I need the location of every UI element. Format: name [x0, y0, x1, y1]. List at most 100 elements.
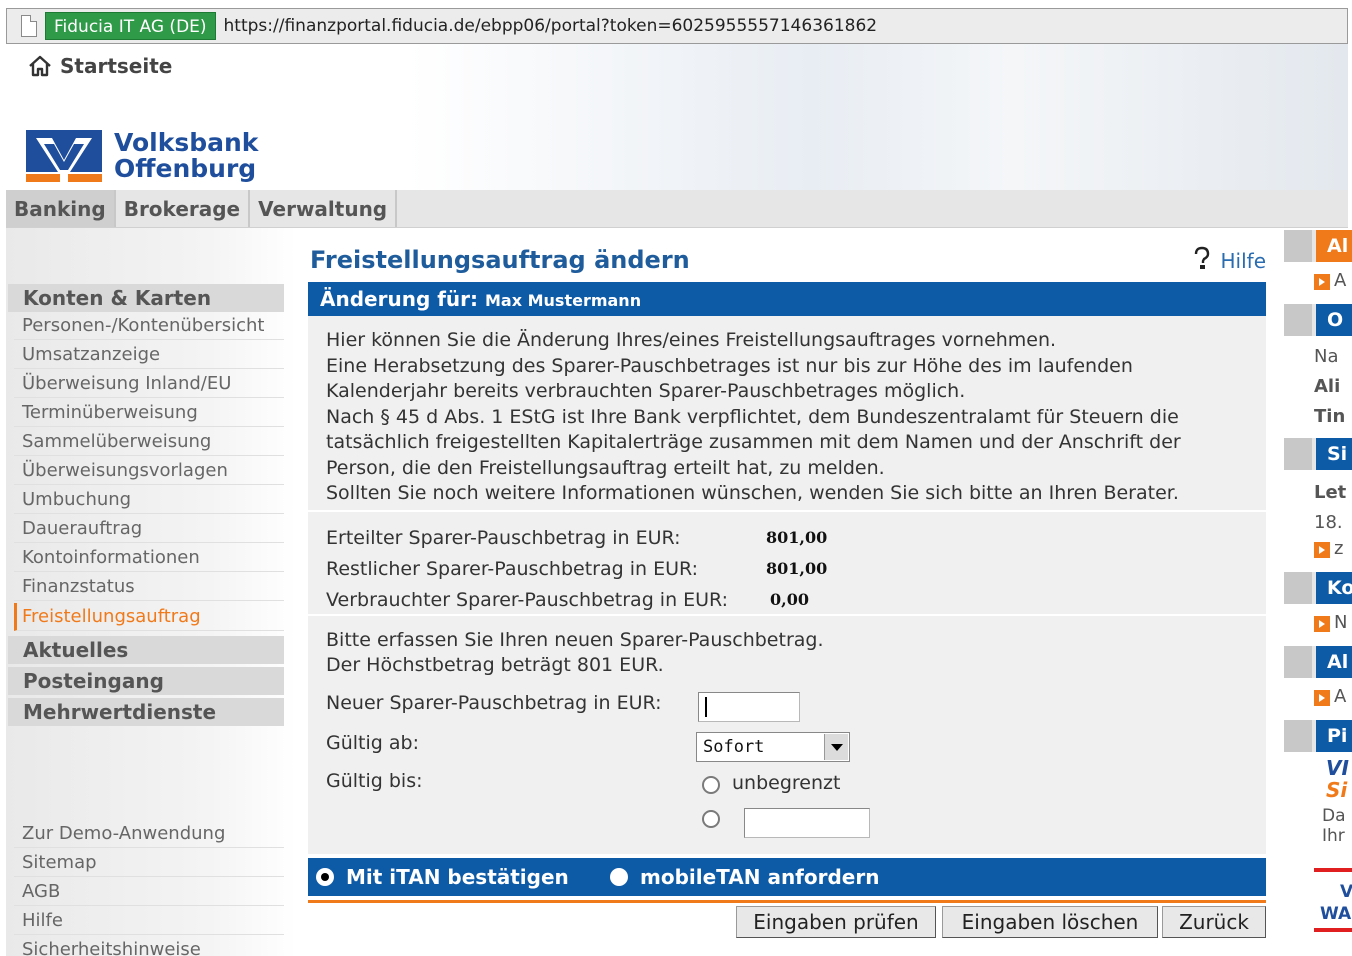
- right-box-1[interactable]: Al: [1284, 230, 1352, 262]
- help-icon: [1191, 246, 1213, 275]
- window-icon: [1284, 230, 1312, 262]
- home-link[interactable]: Startseite: [28, 54, 172, 78]
- arrow-right-icon[interactable]: [1314, 690, 1330, 706]
- sidebar-footer-hilfe[interactable]: Hilfe: [14, 907, 284, 935]
- valid-from-value: Sofort: [703, 737, 765, 757]
- url-text[interactable]: https://finanzportal.fiducia.de/ebpp06/p…: [224, 16, 878, 36]
- chevron-down-icon[interactable]: [824, 734, 848, 760]
- promo-red-line: [1314, 868, 1352, 872]
- new-amount-input[interactable]: [698, 692, 800, 722]
- right-box-2-line: Tin: [1314, 406, 1346, 427]
- page-header: Startseite Volksbank Offenburg: [6, 44, 1348, 190]
- itan-option[interactable]: Mit iTAN bestätigen: [316, 858, 569, 896]
- change-for-bar: Änderung für: Max Mustermann: [308, 282, 1266, 316]
- sidebar-footer-sitemap[interactable]: Sitemap: [14, 849, 284, 877]
- pencil-icon: [1284, 572, 1312, 604]
- right-box-3-title: Si: [1316, 438, 1352, 470]
- granted-amount-row: Erteilter Sparer-Pauschbetrag in EUR: 80…: [326, 522, 1248, 553]
- check-inputs-button[interactable]: Eingaben prüfen: [736, 906, 936, 938]
- sidebar-item-dauerauftrag[interactable]: Dauerauftrag: [14, 515, 284, 543]
- help-link[interactable]: Hilfe: [1191, 246, 1267, 275]
- info-line: Nach § 45 d Abs. 1 EStG ist Ihre Bank ve…: [326, 405, 1179, 428]
- arrow-right-icon[interactable]: [1314, 616, 1330, 632]
- right-box-3-line: 18.: [1314, 512, 1343, 533]
- address-bar[interactable]: Fiducia IT AG (DE) https://finanzportal.…: [6, 8, 1348, 44]
- used-amount-row: Verbrauchter Sparer-Pauschbetrag in EUR:…: [326, 584, 1248, 615]
- promo-line: Si: [1326, 778, 1348, 802]
- text-caret: [705, 697, 707, 717]
- help-label: Hilfe: [1220, 248, 1267, 273]
- mobiletan-option[interactable]: mobileTAN anfordern: [610, 858, 879, 896]
- sidebar-item-kontoinformationen[interactable]: Kontoinformationen: [14, 544, 284, 572]
- valid-from-label: Gültig ab:: [326, 732, 419, 754]
- sidebar-item-freistellungsauftrag[interactable]: Freistellungsauftrag: [14, 603, 284, 631]
- right-box-2[interactable]: O: [1284, 304, 1352, 336]
- right-box-5[interactable]: Al: [1284, 646, 1352, 678]
- form-intro-line2: Der Höchstbetrag beträgt 801 EUR.: [326, 654, 664, 676]
- sidebar-item-umbuchung[interactable]: Umbuchung: [14, 486, 284, 514]
- tab-banking[interactable]: Banking: [6, 190, 116, 227]
- page-icon: [21, 15, 37, 37]
- info-panel: Hier können Sie die Änderung Ihres/eines…: [308, 316, 1266, 512]
- arrow-right-icon[interactable]: [1314, 274, 1330, 290]
- left-sidebar: Konten & Karten Personen-/Kontenübersich…: [6, 228, 296, 956]
- valid-until-date-input[interactable]: [744, 808, 870, 838]
- info-icon: [1284, 720, 1312, 752]
- promo-line: V: [1340, 882, 1352, 902]
- info-icon: [1284, 646, 1312, 678]
- sidebar-footer-sicherheitshinweise[interactable]: Sicherheitshinweise: [14, 936, 284, 956]
- itan-label[interactable]: Mit iTAN bestätigen: [346, 865, 569, 889]
- sidebar-item-umsatzanzeige[interactable]: Umsatzanzeige: [14, 341, 284, 369]
- promo-text: Da: [1322, 806, 1346, 826]
- right-column: Al A O Na Ali Tin Si Let 18. z Ko N Al A…: [1284, 228, 1352, 956]
- info-line: Sollten Sie noch weitere Informationen w…: [326, 482, 1179, 504]
- unlimited-label[interactable]: unbegrenzt: [732, 772, 840, 794]
- sidebar-item-kontenuebersicht[interactable]: Personen-/Kontenübersicht: [14, 312, 284, 340]
- info-line: tatsächlich freigestellten Kapitalerträg…: [326, 431, 1181, 453]
- right-box-6-title: Pi: [1316, 720, 1352, 752]
- valid-from-select[interactable]: Sofort: [696, 732, 850, 762]
- sidebar-section-aktuelles[interactable]: Aktuelles: [8, 636, 284, 664]
- granted-amount-label: Erteilter Sparer-Pauschbetrag in EUR:: [326, 526, 681, 549]
- mobiletan-radio[interactable]: [610, 868, 628, 886]
- sidebar-item-ueberweisungsvorlagen[interactable]: Überweisungsvorlagen: [14, 457, 284, 485]
- used-amount-value: 0,00: [770, 590, 809, 609]
- volksbank-logo-icon: [26, 130, 102, 182]
- home-label: Startseite: [60, 54, 173, 78]
- back-button[interactable]: Zurück: [1162, 906, 1266, 938]
- new-amount-label: Neuer Sparer-Pauschbetrag in EUR:: [326, 692, 662, 714]
- page-title: Freistellungsauftrag ändern: [310, 246, 690, 274]
- sidebar-item-sammelueberweisung[interactable]: Sammelüberweisung: [14, 428, 284, 456]
- right-box-4[interactable]: Ko: [1284, 572, 1352, 604]
- sidebar-footer-agb[interactable]: AGB: [14, 878, 284, 906]
- site-identity-badge[interactable]: Fiducia IT AG (DE): [45, 12, 216, 40]
- arrow-right-icon[interactable]: [1314, 542, 1330, 558]
- itan-radio[interactable]: [316, 868, 334, 886]
- change-for-label: Änderung für:: [320, 287, 479, 311]
- right-box-3-link[interactable]: z: [1334, 538, 1352, 559]
- right-box-5-link[interactable]: A: [1334, 686, 1352, 707]
- right-box-4-link[interactable]: N: [1334, 612, 1352, 633]
- mobiletan-label[interactable]: mobileTAN anfordern: [640, 865, 879, 889]
- bank-name-line2: Offenburg: [114, 154, 257, 183]
- right-box-2-line: Na: [1314, 346, 1339, 367]
- sidebar-section-posteingang[interactable]: Posteingang: [8, 667, 284, 695]
- sidebar-section-konten[interactable]: Konten & Karten: [8, 284, 284, 312]
- clear-inputs-button[interactable]: Eingaben löschen: [942, 906, 1158, 938]
- right-box-5-title: Al: [1316, 646, 1352, 678]
- valid-until-unlimited-radio[interactable]: [702, 776, 720, 794]
- form-panel: Bitte erfassen Sie Ihren neuen Sparer-Pa…: [308, 616, 1266, 856]
- tab-brokerage[interactable]: Brokerage: [116, 190, 251, 227]
- sidebar-section-mehrwertdienste[interactable]: Mehrwertdienste: [8, 698, 284, 726]
- sidebar-item-terminueberweisung[interactable]: Terminüberweisung: [14, 399, 284, 427]
- right-box-6[interactable]: Pi: [1284, 720, 1352, 752]
- right-box-3[interactable]: Si: [1284, 438, 1352, 470]
- right-box-4-title: Ko: [1316, 572, 1352, 604]
- right-box-1-link[interactable]: A: [1334, 270, 1352, 291]
- sidebar-item-ueberweisung[interactable]: Überweisung Inland/EU: [14, 370, 284, 398]
- sidebar-item-finanzstatus[interactable]: Finanzstatus: [14, 573, 284, 601]
- bank-logo[interactable]: Volksbank Offenburg: [26, 130, 258, 182]
- valid-until-date-radio[interactable]: [702, 810, 720, 828]
- tab-verwaltung[interactable]: Verwaltung: [250, 190, 398, 227]
- sidebar-footer-demo[interactable]: Zur Demo-Anwendung: [14, 820, 284, 848]
